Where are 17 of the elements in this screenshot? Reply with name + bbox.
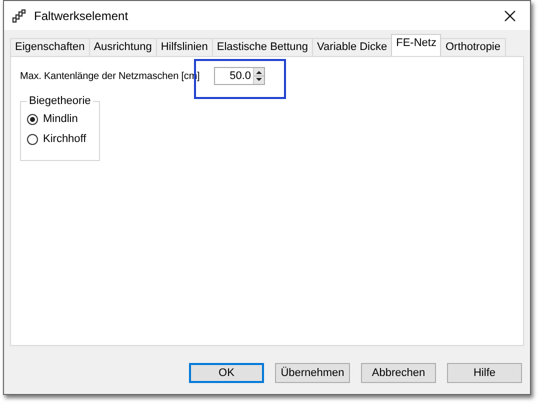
dialog-button[interactable]: Abbrechen: [361, 363, 436, 383]
group-title: Biegetheorie: [28, 95, 92, 107]
close-icon[interactable]: [504, 10, 516, 22]
tab[interactable]: FE-Netz: [391, 34, 442, 56]
dialog-button[interactable]: Hilfe: [447, 363, 522, 383]
radio-label: Mindlin: [43, 113, 78, 125]
tab[interactable]: Eigenschaften: [10, 38, 90, 56]
dialog-button[interactable]: Übernehmen: [275, 363, 350, 383]
dialog-button[interactable]: OK: [189, 363, 264, 383]
spin-field[interactable]: 50.0: [214, 67, 265, 85]
radio-button[interactable]: [27, 134, 38, 144]
stairs-icon: [12, 8, 26, 22]
radio-button[interactable]: [27, 114, 38, 124]
tab[interactable]: Orthotropie: [440, 38, 506, 56]
window-title: Faltwerkselement: [34, 8, 130, 22]
radio-label: Kirchhoff: [43, 133, 86, 145]
spin-arrows-icon[interactable]: [253, 68, 264, 84]
